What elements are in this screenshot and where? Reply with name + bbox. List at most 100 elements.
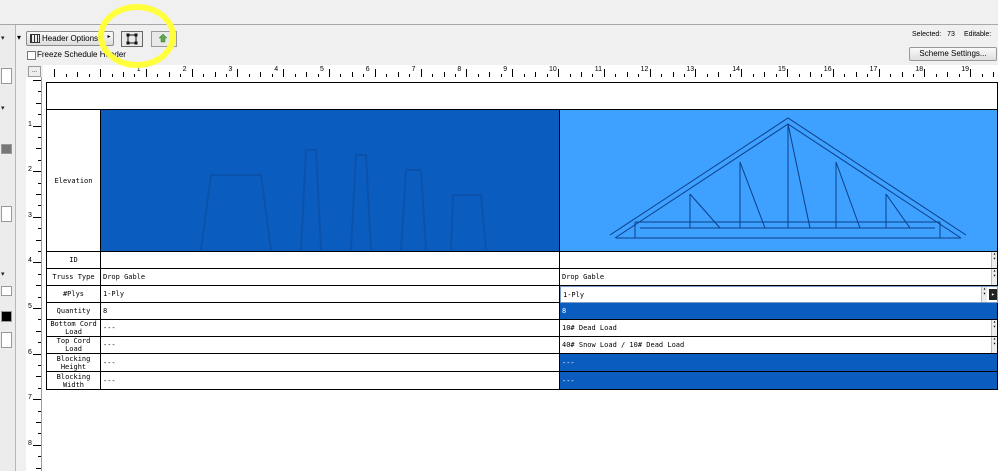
editable-label: Editable: <box>964 31 992 38</box>
ruler-tick <box>36 330 41 332</box>
ruler-number: 1 <box>136 66 141 73</box>
chevron-right-icon[interactable]: ▸ <box>105 31 113 44</box>
ruler-number: 2 <box>28 166 32 174</box>
ruler-corner-button[interactable]: ... <box>28 66 41 77</box>
ruler-tick <box>38 182 41 184</box>
ruler-tick <box>38 365 41 366</box>
ruler-tick <box>100 69 101 77</box>
ruler-number: 3 <box>228 66 233 73</box>
freeze-header-checkbox[interactable] <box>27 51 36 60</box>
ruler-number: 7 <box>28 394 32 402</box>
ruler-tick <box>970 69 972 77</box>
blocking-width-cell-1[interactable]: --- <box>101 372 560 390</box>
row-header-elevation: Elevation <box>47 110 101 252</box>
plys-cell-1[interactable]: 1-Ply <box>101 286 560 303</box>
left-panel-select[interactable] <box>1 206 12 222</box>
blocking-height-cell-1[interactable]: --- <box>101 354 560 372</box>
dropdown-arrow-icon[interactable]: ▾ <box>1 270 5 278</box>
top-cord-cell-1[interactable]: --- <box>101 337 560 354</box>
plys-dropdown-icon[interactable]: ▸ <box>989 289 997 300</box>
color-swatch[interactable] <box>1 144 12 154</box>
quantity-cell-1[interactable]: 8 <box>101 303 560 320</box>
ruler-tick <box>36 467 41 469</box>
ruler-number: 1 <box>28 120 32 128</box>
structure-button[interactable] <box>121 31 143 47</box>
toolbar-collapse-icon[interactable]: ▾ <box>17 33 21 42</box>
selected-count: 73 <box>947 31 955 38</box>
bottom-cord-cell-1[interactable]: --- <box>101 320 560 337</box>
ruler-tick <box>33 80 41 81</box>
ruler-number: 13 <box>686 66 695 73</box>
ruler-number: 11 <box>594 66 603 73</box>
ruler-tick <box>54 69 56 77</box>
left-panel-field[interactable] <box>1 68 12 84</box>
color-swatch[interactable] <box>1 311 12 322</box>
ruler-number: 14 <box>732 66 740 73</box>
bottom-cord-cell-2[interactable]: 10# Dead Load ▴ ▾ <box>560 320 998 337</box>
id-cell-1[interactable] <box>101 252 560 269</box>
blocking-height-cell-2[interactable]: --- <box>560 354 998 372</box>
ruler-tick <box>38 137 41 138</box>
ruler-number: 3 <box>28 211 32 219</box>
left-panel-field[interactable] <box>1 286 12 296</box>
row-header-blocking-height: Blocking Height <box>47 354 101 372</box>
ruler-tick <box>603 69 605 77</box>
bottom-cord-value-2: 10# Dead Load <box>562 324 617 332</box>
ruler-number: 6 <box>365 66 370 73</box>
blocking-width-cell-2[interactable]: --- <box>560 372 998 390</box>
ruler-number: 10 <box>549 66 557 73</box>
elevation-cell-2[interactable] <box>560 110 998 252</box>
quantity-cell-2[interactable]: 8 <box>560 303 998 320</box>
cell-scroll-icon[interactable]: ▴ ▾ <box>991 269 997 285</box>
ruler-tick <box>38 433 41 435</box>
row-header-bottom-cord-load: Bottom Cord Load <box>47 320 101 337</box>
collapse-arrow-icon[interactable]: ▾ <box>1 34 5 42</box>
ruler-tick <box>741 69 743 77</box>
ruler-tick <box>36 148 41 150</box>
header-options-button[interactable]: Header Options <box>26 31 114 46</box>
left-panel-field[interactable] <box>1 332 12 348</box>
schedule-title-row[interactable] <box>47 83 998 110</box>
node-structure-icon <box>126 33 138 45</box>
ruler-number: 4 <box>274 66 279 73</box>
plys-spinner-icon[interactable]: ▴ ▾ <box>981 287 987 302</box>
ruler-tick <box>38 410 41 412</box>
left-panel-strip: ▾ ▾ ▾ <box>0 24 16 471</box>
elevation-cell-1[interactable] <box>101 110 560 252</box>
scheme-settings-button[interactable]: Scheme Settings... <box>909 47 997 61</box>
cell-scroll-icon[interactable]: ▴ ▾ <box>991 320 997 336</box>
plys-cell-2-editing[interactable]: 1-Ply ▴ ▾ ▸ <box>560 286 998 303</box>
ruler-tick <box>38 205 41 207</box>
ruler-number: 5 <box>320 66 324 73</box>
ruler-tick <box>38 273 41 275</box>
ruler-tick <box>33 444 41 446</box>
upload-button[interactable] <box>151 31 177 47</box>
top-cord-value-2: 40# Snow Load / 10# Dead Load <box>562 341 685 349</box>
dropdown-arrow-icon[interactable]: ▾ <box>1 104 5 112</box>
ruler-tick <box>36 376 41 378</box>
ruler-tick <box>924 69 926 77</box>
ruler-tick <box>878 69 880 77</box>
truss-type-cell-2[interactable]: Drop Gable ▴ ▾ <box>560 269 998 286</box>
top-cord-cell-2[interactable]: 40# Snow Load / 10# Dead Load ▴ ▾ <box>560 337 998 354</box>
ruler-number: 7 <box>411 66 416 73</box>
cell-scroll-icon[interactable]: ▴ ▾ <box>991 337 997 353</box>
ruler-tick <box>420 69 422 77</box>
ruler-number: 2 <box>182 66 187 73</box>
ruler-tick <box>36 422 41 423</box>
truss-type-cell-1[interactable]: Drop Gable <box>101 269 560 286</box>
truss-elevation-drawing <box>609 117 967 239</box>
ruler-tick <box>145 69 147 77</box>
header-options-label: Header Options <box>42 34 99 43</box>
ruler-number: 6 <box>28 348 32 356</box>
cell-scroll-icon[interactable]: ▴ ▾ <box>991 252 997 268</box>
ruler-tick <box>695 69 697 77</box>
ruler-number: 4 <box>28 257 32 265</box>
toolbar-divider <box>0 24 998 25</box>
ruler-tick <box>38 251 41 252</box>
ruler-tick <box>512 69 514 77</box>
id-cell-2[interactable]: ▴ ▾ <box>560 252 998 269</box>
ruler-tick <box>283 69 285 77</box>
ruler-tick <box>33 216 41 218</box>
ruler-tick <box>649 69 651 77</box>
